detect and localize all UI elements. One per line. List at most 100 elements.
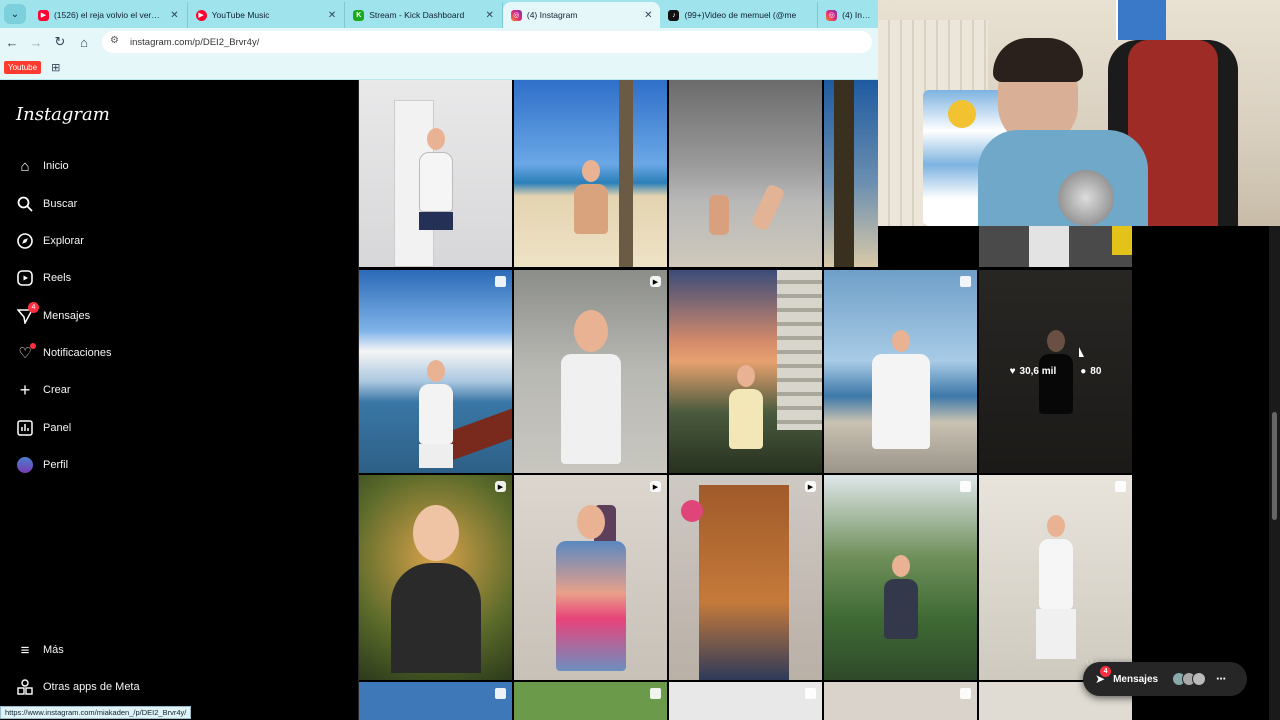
nav-panel[interactable]: Panel xyxy=(16,415,71,441)
post-tile[interactable] xyxy=(824,80,878,267)
post-tile[interactable] xyxy=(359,80,512,267)
url-text: instagram.com/p/DEI2_Brvr4y/ xyxy=(130,36,260,48)
reload-icon[interactable]: ↻ xyxy=(48,34,72,50)
carousel-icon xyxy=(960,481,971,492)
messages-floating-button[interactable]: ➤ 4 Mensajes ⋯ xyxy=(1083,662,1247,696)
post-tile[interactable] xyxy=(669,80,822,267)
post-tile[interactable]: ▶ xyxy=(514,270,667,473)
post-tile-hovered[interactable]: ♥ 30,6 mil ● 80 xyxy=(979,270,1132,473)
post-tile[interactable] xyxy=(359,682,512,720)
address-bar-row: ← → ↻ ⌂ ⚙ instagram.com/p/DEI2_Brvr4y/ xyxy=(0,28,880,56)
home-icon[interactable]: ⌂ xyxy=(72,35,96,50)
browser-tab-4[interactable]: ◎ (4) Instagram ✕ xyxy=(502,2,661,28)
post-tile[interactable] xyxy=(669,270,822,473)
tab-search-button[interactable]: ⌄ xyxy=(4,4,26,24)
post-tile[interactable] xyxy=(979,225,1132,267)
reel-icon: ▶ xyxy=(650,276,661,287)
post-tile[interactable] xyxy=(824,475,977,680)
post-tile[interactable]: ▶ xyxy=(359,475,512,680)
back-icon[interactable]: ← xyxy=(0,35,24,50)
notification-dot xyxy=(30,343,36,349)
messenger-icon: ➤ 4 xyxy=(1095,666,1112,686)
post-tile[interactable] xyxy=(979,475,1132,680)
post-tile[interactable] xyxy=(514,80,667,267)
nav-buscar[interactable]: Buscar xyxy=(16,191,77,217)
heart-icon: ♥ xyxy=(1009,366,1016,377)
browser-tab-5[interactable]: ♪ (99+)Video de memuel (@me xyxy=(660,2,819,28)
nav-label: Más xyxy=(43,644,64,656)
post-hover-stats: ♥ 30,6 mil ● 80 xyxy=(979,270,1132,473)
instagram-logo[interactable]: Instagram xyxy=(16,104,110,125)
tab-title: Stream - Kick Dashboard xyxy=(369,10,465,20)
mouse-cursor xyxy=(1079,347,1084,357)
nav-crear[interactable]: + Crear xyxy=(16,377,71,403)
browser-tab-1[interactable]: ▶ (1526) el reja volvio el verano ✕ xyxy=(30,2,188,28)
compass-icon xyxy=(16,232,34,250)
url-input[interactable]: ⚙ instagram.com/p/DEI2_Brvr4y/ xyxy=(102,31,872,53)
bookmark-youtube[interactable]: Youtube xyxy=(4,61,42,74)
nav-inicio[interactable]: ⌂ Inicio xyxy=(16,153,68,179)
nav-otras-apps[interactable]: Otras apps de Meta xyxy=(16,674,140,700)
more-icon[interactable]: ⋯ xyxy=(1216,674,1226,685)
apps-grid-icon[interactable]: ⊞ xyxy=(51,61,60,74)
menu-icon: ≡ xyxy=(20,641,30,659)
nav-label: Reels xyxy=(43,272,72,284)
site-info-icon[interactable]: ⚙ xyxy=(110,35,124,49)
tab-title: (99+)Video de memuel (@me xyxy=(684,10,797,20)
nav-mensajes[interactable]: 4 Mensajes xyxy=(16,302,90,329)
reel-icon: ▶ xyxy=(650,481,661,492)
youtube-music-icon: ▶ xyxy=(195,9,207,21)
nav-label: Notificaciones xyxy=(43,347,112,359)
message-badge: 4 xyxy=(28,302,39,313)
nav-notificaciones[interactable]: ♡ Notificaciones xyxy=(16,340,111,366)
browser-tab-2[interactable]: ▶ YouTube Music ✕ xyxy=(188,2,346,28)
tiktok-icon: ♪ xyxy=(668,9,680,21)
carousel-icon xyxy=(495,276,506,287)
tab-title: YouTube Music xyxy=(211,10,270,20)
nav-label: Panel xyxy=(43,422,72,434)
instagram-sidebar: Instagram ⌂ Inicio Buscar Explorar Reels… xyxy=(0,80,359,720)
search-icon xyxy=(16,195,34,213)
nav-perfil[interactable]: Perfil xyxy=(16,452,68,478)
streamer-webcam-overlay xyxy=(878,0,1280,226)
avatar-icon xyxy=(16,456,34,474)
close-icon[interactable]: ✕ xyxy=(170,10,178,21)
close-icon[interactable]: ✕ xyxy=(328,10,336,21)
nav-reels[interactable]: Reels xyxy=(16,265,71,291)
instagram-icon: ◎ xyxy=(510,9,522,21)
post-tile[interactable] xyxy=(824,682,977,720)
browser-tab-3[interactable]: K Stream - Kick Dashboard ✕ xyxy=(345,2,503,28)
browser-tab-6[interactable]: ◎ (4) Instagra xyxy=(818,2,881,28)
post-tile[interactable] xyxy=(359,270,512,473)
close-icon[interactable]: ✕ xyxy=(485,10,493,21)
reel-icon: ▶ xyxy=(805,481,816,492)
tab-title: (4) Instagra xyxy=(842,10,871,20)
likes-count: ♥ 30,6 mil xyxy=(1009,366,1057,377)
post-tile[interactable]: ▶ xyxy=(514,475,667,680)
nav-label: Explorar xyxy=(43,235,84,247)
browser-tab-bar: ⌄ ▶ (1526) el reja volvio el verano ✕ ▶ … xyxy=(0,0,881,28)
instagram-icon: ◎ xyxy=(826,9,838,21)
post-tile[interactable]: ▶ xyxy=(669,475,822,680)
nav-label: Otras apps de Meta xyxy=(43,681,140,693)
bookmarks-bar: Youtube ⊞ xyxy=(0,56,880,80)
home-icon: ⌂ xyxy=(20,157,30,175)
scrollbar-thumb[interactable] xyxy=(1272,412,1277,520)
post-tile[interactable] xyxy=(514,682,667,720)
carousel-icon xyxy=(960,688,971,699)
kick-icon: K xyxy=(353,9,365,21)
nav-mas[interactable]: ≡ Más xyxy=(16,637,64,663)
page-scrollbar[interactable] xyxy=(1269,226,1280,720)
forward-icon[interactable]: → xyxy=(24,35,48,50)
tab-title: (1526) el reja volvio el verano xyxy=(53,10,165,20)
link-hover-status: https://www.instagram.com/miakaden_/p/DE… xyxy=(0,706,192,719)
nav-label: Buscar xyxy=(43,198,78,210)
nav-explorar[interactable]: Explorar xyxy=(16,228,84,254)
heart-icon: ♡ xyxy=(16,343,36,362)
chart-icon xyxy=(16,419,34,437)
close-icon[interactable]: ✕ xyxy=(644,10,652,21)
meta-apps-icon xyxy=(16,678,34,696)
post-tile[interactable] xyxy=(669,682,822,720)
post-tile[interactable] xyxy=(824,270,977,473)
message-badge: 4 xyxy=(1100,666,1112,677)
